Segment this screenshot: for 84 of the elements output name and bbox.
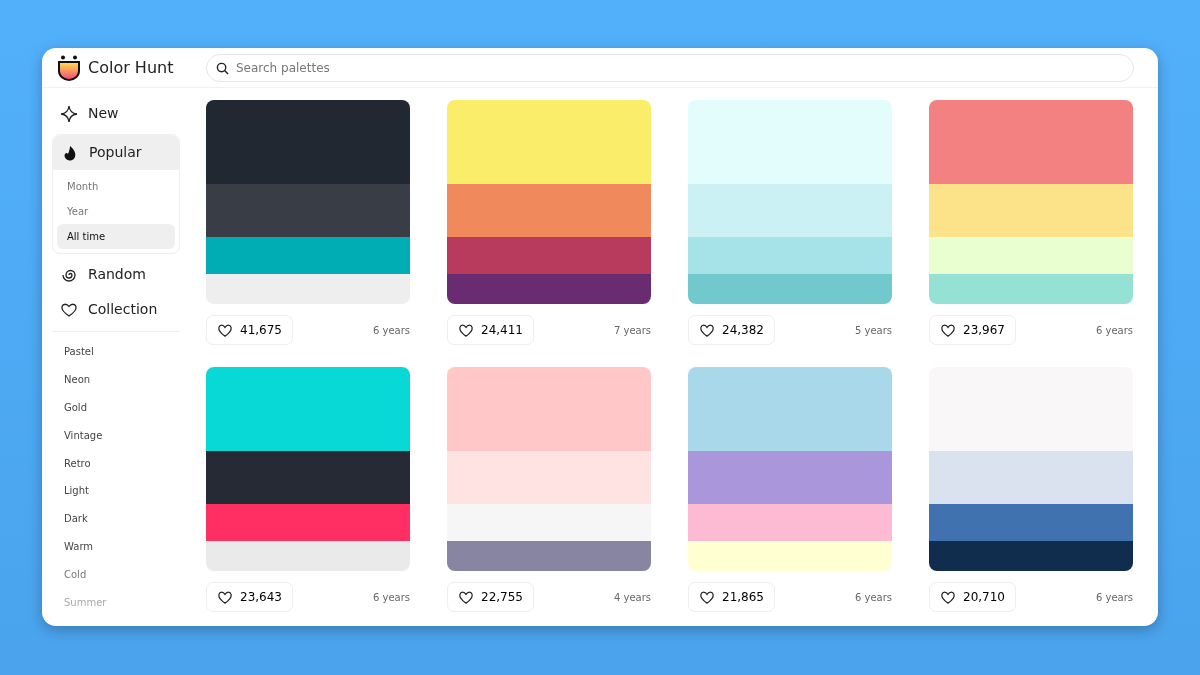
category-link[interactable]: Pastel [52, 338, 180, 366]
color-swatch[interactable] [447, 541, 651, 571]
like-button[interactable]: 41,675 [206, 315, 293, 345]
color-palette[interactable] [929, 367, 1133, 571]
search-field[interactable]: Search palettes [206, 53, 1134, 82]
color-palette[interactable] [929, 100, 1133, 304]
color-swatch[interactable] [688, 504, 892, 541]
like-button[interactable]: 24,411 [447, 315, 534, 345]
palette-age: 6 years [1095, 590, 1133, 605]
color-swatch[interactable] [447, 100, 651, 184]
color-swatch[interactable] [447, 237, 651, 274]
color-palette[interactable] [206, 367, 410, 571]
nav-item[interactable]: New [52, 96, 180, 131]
like-button[interactable]: 22,755 [447, 582, 534, 612]
color-palette[interactable] [206, 100, 410, 304]
logo-text[interactable]: Color Hunt [88, 55, 206, 80]
heart-icon [217, 323, 233, 337]
color-palette[interactable] [447, 367, 651, 571]
color-swatch[interactable] [929, 451, 1133, 504]
color-swatch[interactable] [447, 184, 651, 237]
heart-icon [940, 590, 956, 604]
like-button[interactable]: 23,967 [929, 315, 1016, 345]
category-link[interactable]: Cold [52, 560, 180, 589]
color-swatch[interactable] [206, 367, 410, 451]
like-button[interactable]: 23,643 [206, 582, 293, 612]
category-link[interactable]: Light [52, 477, 180, 505]
nav-item[interactable]: Collection [52, 292, 180, 327]
submenu-item[interactable]: Year [57, 199, 175, 224]
color-swatch[interactable] [929, 541, 1133, 571]
color-swatch[interactable] [929, 237, 1133, 274]
heart-icon [458, 590, 474, 604]
category-link[interactable]: Vintage [52, 421, 180, 450]
color-swatch[interactable] [688, 541, 892, 571]
color-swatch[interactable] [929, 184, 1133, 237]
color-swatch[interactable] [206, 451, 410, 504]
color-swatch[interactable] [688, 100, 892, 184]
submenu-item[interactable]: Month [57, 174, 175, 199]
heart-icon [940, 323, 956, 337]
sparkle-icon [60, 104, 78, 123]
color-swatch[interactable] [447, 274, 651, 304]
category-link[interactable]: Gold [52, 393, 180, 422]
palette-age: 6 years [1095, 323, 1133, 338]
category-link[interactable]: Retro [52, 449, 180, 477]
color-swatch[interactable] [688, 237, 892, 274]
color-swatch[interactable] [206, 100, 410, 184]
color-swatch[interactable] [688, 451, 892, 504]
nav-item[interactable]: Random [52, 257, 180, 292]
category-link[interactable]: Warm [52, 532, 180, 561]
color-swatch[interactable] [447, 504, 651, 541]
color-swatch[interactable] [688, 274, 892, 304]
heart-icon [699, 590, 715, 604]
heart-icon [699, 323, 715, 337]
color-swatch[interactable] [447, 451, 651, 504]
color-palette[interactable] [688, 100, 892, 304]
palette-age: 7 years [613, 323, 651, 338]
color-palette[interactable] [447, 100, 651, 304]
color-swatch[interactable] [688, 184, 892, 237]
palette-age: 5 years [854, 323, 892, 338]
color-swatch[interactable] [206, 237, 410, 274]
color-swatch[interactable] [929, 274, 1133, 304]
logo-icon [58, 54, 80, 81]
nav-item[interactable]: Popular [53, 135, 179, 170]
color-swatch[interactable] [206, 184, 410, 237]
color-swatch[interactable] [206, 504, 410, 541]
color-palette[interactable] [688, 367, 892, 571]
heart-icon [458, 323, 474, 337]
color-swatch[interactable] [447, 367, 651, 451]
color-swatch[interactable] [206, 541, 410, 571]
color-swatch[interactable] [206, 274, 410, 304]
like-button[interactable]: 21,865 [688, 582, 775, 612]
like-button[interactable]: 24,382 [688, 315, 775, 345]
palette-age: 6 years [854, 590, 892, 605]
color-swatch[interactable] [929, 100, 1133, 184]
color-swatch[interactable] [929, 504, 1133, 541]
palette-age: 4 years [613, 590, 651, 605]
submenu-item[interactable]: All time [57, 224, 175, 249]
color-swatch[interactable] [688, 367, 892, 451]
category-link[interactable]: Neon [52, 365, 180, 394]
palette-age: 6 years [372, 590, 410, 605]
heart-icon [217, 590, 233, 604]
color-swatch[interactable] [929, 367, 1133, 451]
category-link[interactable]: Dark [52, 504, 180, 533]
like-button[interactable]: 20,710 [929, 582, 1016, 612]
palette-age: 6 years [372, 323, 410, 338]
